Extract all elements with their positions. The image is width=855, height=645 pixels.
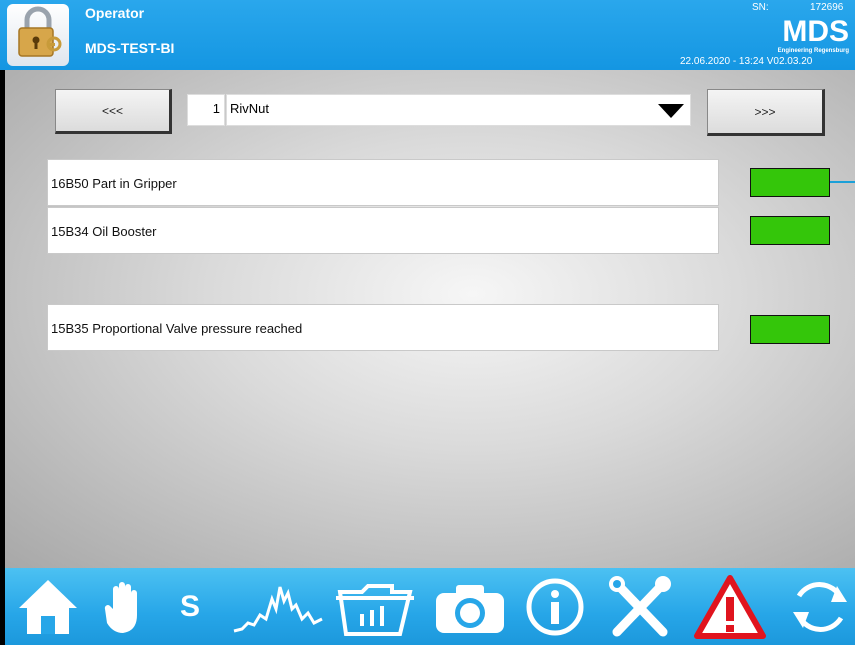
main-panel: <<< 1 RivNut >>> 16B50 Part in Gripper 1… [5, 70, 855, 568]
machine-name: MDS-TEST-BI [85, 40, 175, 56]
logo-text: MDS [782, 15, 849, 48]
datetime-version: 22.06.2020 - 13:24 V02.03.20 [680, 56, 813, 67]
hand-icon[interactable] [95, 576, 155, 638]
info-icon[interactable] [520, 576, 590, 638]
folder-icon[interactable] [330, 576, 420, 638]
next-program-button[interactable]: >>> [707, 89, 825, 136]
lock-icon[interactable] [7, 4, 69, 66]
dropdown-arrow-icon[interactable] [658, 104, 684, 123]
serial-label: SN: [752, 2, 769, 13]
signal-status-led [750, 216, 830, 245]
s-icon-label: S [179, 590, 200, 623]
program-select[interactable]: RivNut [226, 94, 691, 126]
user-role: Operator [85, 5, 145, 21]
program-name: RivNut [230, 101, 270, 116]
refresh-icon[interactable] [785, 576, 855, 638]
signal-status-led [750, 315, 830, 344]
camera-icon[interactable] [430, 576, 510, 638]
mds-logo: MDS Engineering Regensburg [733, 14, 851, 54]
logo-subtext: Engineering Regensburg [778, 48, 850, 54]
serial-number: 172696 [810, 2, 844, 13]
signal-row: 16B50 Part in Gripper [47, 159, 719, 206]
program-number: 1 [187, 94, 225, 126]
s-icon[interactable]: S [165, 576, 215, 638]
prev-program-button[interactable]: <<< [55, 89, 172, 134]
header-bar: Operator MDS-TEST-BI SN: 172696 MDS Engi… [0, 0, 855, 70]
signal-row: 15B34 Oil Booster [47, 207, 719, 254]
signal-label: 15B34 Oil Booster [51, 224, 157, 239]
warning-icon[interactable] [690, 575, 770, 639]
connector-line [830, 181, 855, 183]
signal-label: 15B35 Proportional Valve pressure reache… [51, 321, 303, 336]
chart-icon[interactable] [230, 576, 325, 638]
bottom-toolbar: S [5, 568, 855, 645]
signal-label: 16B50 Part in Gripper [51, 176, 177, 191]
signal-row: 15B35 Proportional Valve pressure reache… [47, 304, 719, 351]
home-icon[interactable] [13, 576, 83, 638]
signal-status-led [750, 168, 830, 197]
tools-icon[interactable] [600, 576, 680, 638]
